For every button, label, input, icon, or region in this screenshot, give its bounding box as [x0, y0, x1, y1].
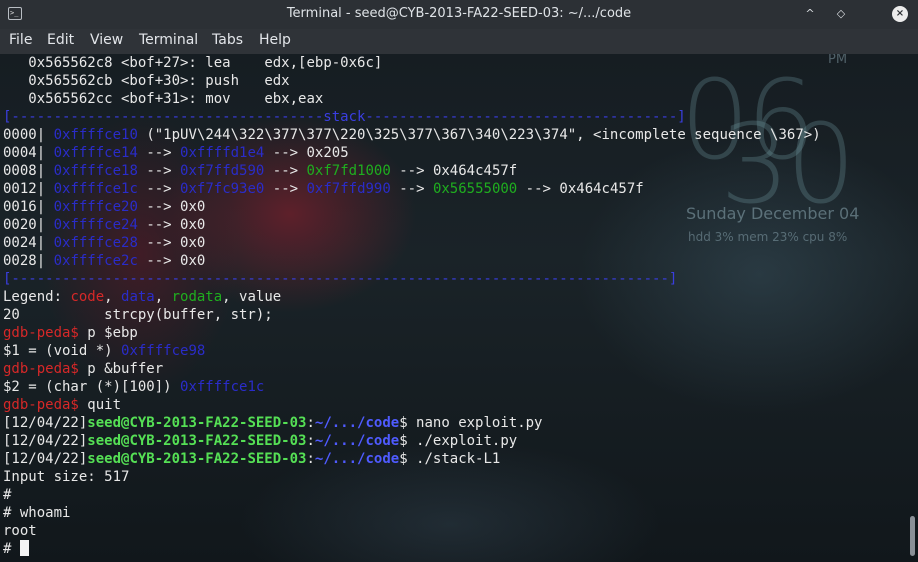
shell-command-line: [12/04/22]seed@CYB-2013-FA22-SEED-03:~/.… — [3, 433, 518, 449]
menu-bar: File Edit View Terminal Tabs Help — [0, 29, 918, 54]
code-line: 0x565562cc <bof+31>: mov ebx,eax — [3, 91, 324, 107]
stack-row: 0012| 0xffffce1c --> 0xf7fc93e0 --> 0xf7… — [3, 181, 644, 197]
legend-line: Legend: code, data, rodata, value — [3, 289, 282, 305]
menu-file[interactable]: File — [9, 32, 32, 48]
active-prompt-line[interactable]: # — [3, 540, 906, 558]
gdb-command-line: gdb-peda$ p &buffer — [3, 361, 164, 377]
stack-row: 0000| 0xffffce10 ("1pUV\244\322\377\377\… — [3, 127, 821, 143]
root-prompt-line: # whoami — [3, 505, 71, 521]
terminal-scrollbar[interactable] — [908, 54, 916, 562]
menu-view[interactable]: View — [90, 32, 123, 48]
program-output-line: Input size: 517 — [3, 469, 130, 485]
close-button[interactable]: × — [892, 6, 908, 22]
stack-row: 0008| 0xffffce18 --> 0xf7ffd590 --> 0xf7… — [3, 163, 518, 179]
program-output-line: root — [3, 523, 37, 539]
stack-row: 0028| 0xffffce2c --> 0x0 — [3, 253, 206, 269]
stack-header: [-------------------------------------st… — [3, 109, 686, 125]
gdb-output-line: $2 = (char (*)[100]) 0xffffce1c — [3, 379, 265, 395]
terminal-area[interactable]: 06 PM 30 Sunday December 04 hdd 3% mem 2… — [0, 54, 918, 562]
stack-row: 0020| 0xffffce24 --> 0x0 — [3, 217, 206, 233]
gdb-command-line: gdb-peda$ p $ebp — [3, 325, 138, 341]
stack-row: 0016| 0xffffce20 --> 0x0 — [3, 199, 206, 215]
stack-footer: [---------------------------------------… — [3, 271, 678, 287]
scrollbar-thumb[interactable] — [910, 516, 915, 556]
text-cursor — [19, 540, 29, 556]
menu-terminal[interactable]: Terminal — [139, 32, 198, 48]
gdb-prompt: gdb-peda$ — [3, 361, 79, 377]
stack-row: 0004| 0xffffce14 --> 0xffffd1e4 --> 0x20… — [3, 145, 349, 161]
shell-command-line: [12/04/22]seed@CYB-2013-FA22-SEED-03:~/.… — [3, 415, 543, 431]
shell-command-line: [12/04/22]seed@CYB-2013-FA22-SEED-03:~/.… — [3, 451, 501, 467]
stack-row: 0024| 0xffffce28 --> 0x0 — [3, 235, 206, 251]
gdb-command-line: gdb-peda$ quit — [3, 397, 122, 413]
window-title: Terminal - seed@CYB-2013-FA22-SEED-03: ~… — [286, 6, 632, 21]
gdb-prompt: gdb-peda$ — [3, 397, 79, 413]
code-line: 0x565562cb <bof+30>: push edx — [3, 73, 290, 89]
gdb-output-line: $1 = (void *) 0xffffce98 — [3, 343, 206, 359]
source-line: 20 strcpy(buffer, str); — [3, 307, 273, 323]
menu-tabs[interactable]: Tabs — [212, 32, 243, 48]
menu-help[interactable]: Help — [259, 32, 291, 48]
gdb-prompt: gdb-peda$ — [3, 325, 79, 341]
minimize-button[interactable]: ^ — [802, 6, 818, 22]
title-bar: >_ Terminal - seed@CYB-2013-FA22-SEED-03… — [0, 0, 918, 29]
terminal-output: 0x565562c8 <bof+27>: lea edx,[ebp-0x6c] … — [3, 54, 906, 558]
restore-button[interactable]: ◇ — [833, 6, 849, 22]
menu-edit[interactable]: Edit — [47, 32, 74, 48]
code-line: 0x565562c8 <bof+27>: lea edx,[ebp-0x6c] — [3, 55, 383, 71]
root-prompt-line: # — [3, 487, 12, 503]
